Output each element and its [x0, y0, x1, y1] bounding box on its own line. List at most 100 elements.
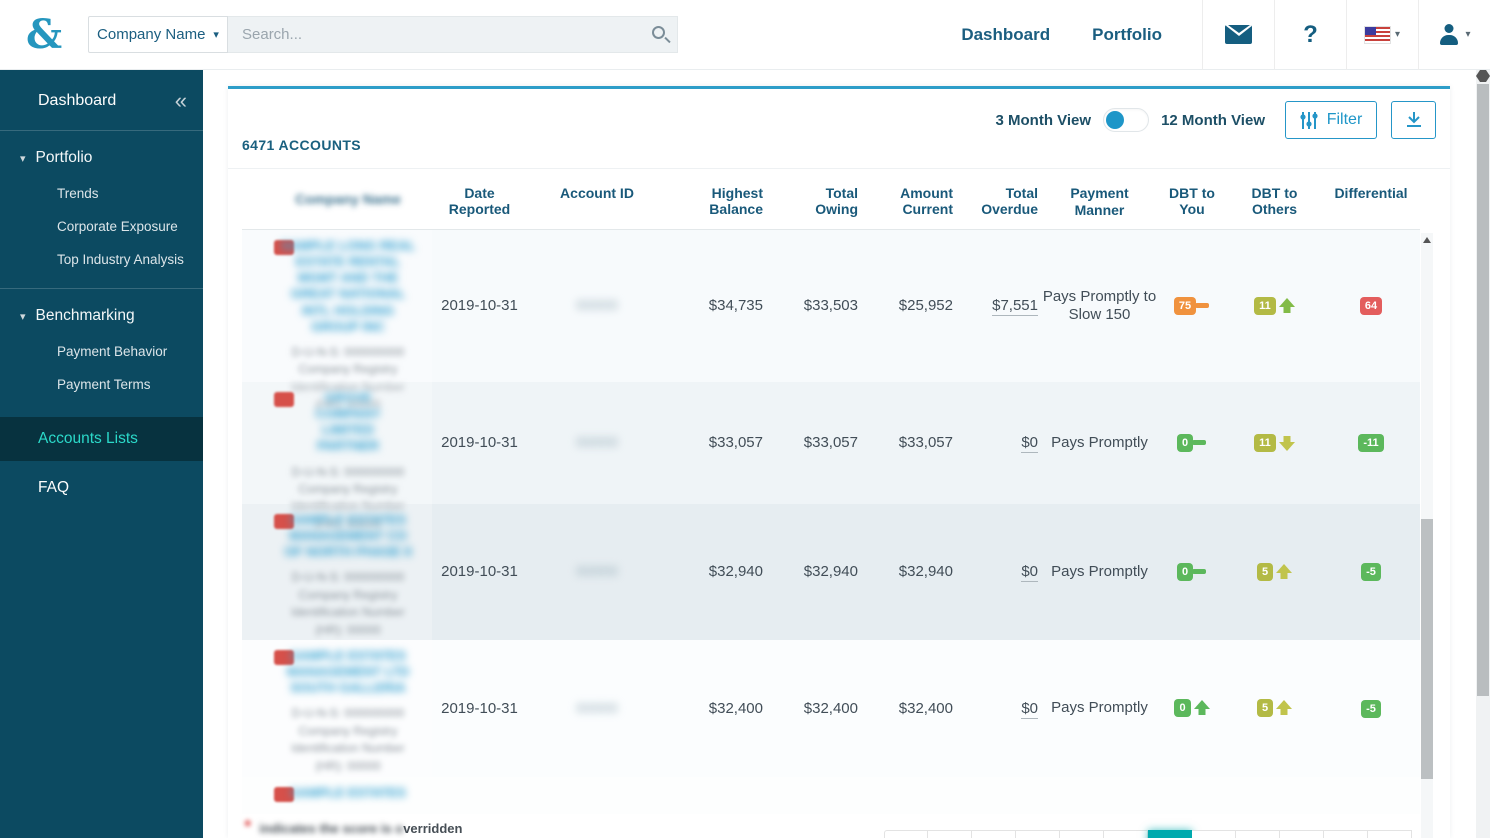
- chevron-down-icon: ▾: [20, 310, 26, 323]
- company-name-link[interactable]: SAMPLE LONG REAL ESTATE RENTAL MGMT AND …: [278, 238, 418, 336]
- brand-ampersand-logo[interactable]: &: [0, 0, 88, 70]
- dbt-to-others-trend-icon: [1279, 298, 1295, 314]
- download-icon: [1406, 112, 1421, 127]
- pagination-cell[interactable]: [972, 830, 1016, 838]
- total-overdue-link[interactable]: $7,551: [992, 297, 1038, 317]
- company-duns: D-U-N-S: 000000000: [291, 464, 405, 479]
- table-row[interactable]: SAMPLE ESTATES: [242, 776, 1420, 814]
- search-box: [228, 16, 678, 53]
- pagination-cell[interactable]: [1148, 830, 1192, 838]
- sidebar-item-top-industry-analysis[interactable]: Top Industry Analysis: [0, 243, 203, 276]
- total-owing-value: $32,940: [803, 563, 858, 581]
- table-row[interactable]: SAMPLE LONG REAL ESTATE RENTAL MGMT AND …: [242, 229, 1420, 411]
- col-header-highest-balance[interactable]: Highest Balance: [667, 183, 767, 217]
- total-overdue-link[interactable]: $0: [1021, 699, 1038, 719]
- messages-button[interactable]: [1202, 0, 1274, 70]
- account-id-value: 00000: [576, 699, 618, 717]
- company-name-link[interactable]: SAMPLE ESTATES MANAGEMENT CO OF NORTH PH…: [279, 512, 417, 561]
- table-row[interactable]: GROVE COMPANY LIMITED PARTNER D-U-N-S: 0…: [242, 381, 1420, 531]
- nav-link-dashboard[interactable]: Dashboard: [961, 25, 1050, 45]
- col-header-amount-current[interactable]: Amount Current: [862, 183, 957, 217]
- table-row[interactable]: SAMPLE ESTATES MANAGEMENT CO OF NORTH PH…: [242, 503, 1420, 640]
- pagination-cell[interactable]: [1324, 830, 1368, 838]
- asterisk-icon: *: [244, 817, 252, 838]
- pagination-cell[interactable]: [1368, 830, 1412, 838]
- company-name-link[interactable]: SAMPLE ESTATES MANAGEMENT LTD SOUTH GALL…: [279, 648, 417, 697]
- pagination-cell[interactable]: [884, 830, 928, 838]
- help-button[interactable]: ?: [1274, 0, 1346, 70]
- pagination-cell[interactable]: [1016, 830, 1060, 838]
- search-icon[interactable]: [652, 26, 665, 39]
- scroll-down-arrow-icon[interactable]: [1476, 76, 1490, 82]
- col-header-payment-manner[interactable]: Payment Manner: [1042, 183, 1157, 219]
- sidebar-item-dashboard[interactable]: Dashboard «: [0, 70, 203, 126]
- col-header-company-name[interactable]: Company Name: [242, 183, 432, 219]
- sidebar-item-accounts-lists[interactable]: Accounts Lists: [0, 417, 203, 461]
- scroll-up-arrow-icon[interactable]: [1423, 237, 1431, 243]
- date-reported-value: 2019-10-31: [441, 434, 518, 452]
- dbt-to-others-trend-icon: [1279, 435, 1295, 451]
- table-scrollbar[interactable]: [1421, 233, 1433, 838]
- table-header-row: Company Name Date Reported Account ID Hi…: [242, 183, 1420, 230]
- table-body: SAMPLE LONG REAL ESTATE RENTAL MGMT AND …: [242, 229, 1420, 814]
- pagination-cell[interactable]: [928, 830, 972, 838]
- pagination-cell[interactable]: [1280, 830, 1324, 838]
- company-name-link[interactable]: GROVE COMPANY LIMITED PARTNER: [297, 390, 399, 455]
- col-header-account-id[interactable]: Account ID: [527, 183, 667, 201]
- sidebar-item-payment-terms[interactable]: Payment Terms: [0, 368, 203, 401]
- payment-manner-value: Pays Promptly: [1051, 699, 1148, 717]
- page-scrollbar-thumb[interactable]: [1477, 84, 1489, 696]
- col-header-date-reported[interactable]: Date Reported: [432, 183, 527, 217]
- company-duns: D-U-N-S: 000000000: [291, 570, 405, 585]
- table-row[interactable]: SAMPLE ESTATES MANAGEMENT LTD SOUTH GALL…: [242, 639, 1420, 777]
- pagination-cell[interactable]: [1236, 830, 1280, 838]
- account-id-value: 00000: [576, 434, 618, 452]
- total-overdue-link[interactable]: $0: [1021, 563, 1038, 583]
- footnote-text-blurred: indicates the score is o: [259, 820, 404, 836]
- sidebar-item-portfolio[interactable]: ▾ Portfolio: [0, 131, 203, 177]
- sidebar-item-label: Dashboard: [38, 92, 117, 109]
- dbt-to-others-badge: 11: [1254, 296, 1276, 315]
- col-header-differential[interactable]: Differential: [1322, 183, 1420, 201]
- dbt-to-you-trend-icon: [1195, 298, 1210, 314]
- toggle-label-12-month[interactable]: 12 Month View: [1161, 112, 1265, 129]
- search-input[interactable]: [228, 26, 677, 43]
- toggle-label-3-month[interactable]: 3 Month View: [996, 112, 1092, 129]
- col-header-dbt-to-others[interactable]: DBT to Others: [1227, 183, 1322, 217]
- differential-badge: -5: [1361, 563, 1381, 582]
- amount-current-value: $32,940: [898, 563, 953, 581]
- pagination-cell[interactable]: [1192, 830, 1236, 838]
- col-header-dbt-to-you[interactable]: DBT to You: [1157, 183, 1227, 217]
- amount-current-value: $25,952: [898, 297, 953, 315]
- collapse-sidebar-icon[interactable]: «: [175, 90, 187, 112]
- filter-button-label: Filter: [1326, 111, 1363, 128]
- table-scrollbar-thumb[interactable]: [1421, 519, 1433, 779]
- footnote-text: verridden: [403, 820, 463, 836]
- total-owing-value: $32,400: [803, 699, 858, 717]
- user-menu-dropdown[interactable]: ▾: [1418, 0, 1490, 70]
- filter-button[interactable]: Filter: [1285, 101, 1377, 139]
- pagination-cell[interactable]: [1060, 830, 1104, 838]
- date-reported-value: 2019-10-31: [441, 297, 518, 315]
- sidebar-item-benchmarking[interactable]: ▾ Benchmarking: [0, 289, 203, 335]
- nav-link-portfolio[interactable]: Portfolio: [1092, 25, 1162, 45]
- col-header-total-overdue[interactable]: Total Overdue: [957, 183, 1042, 217]
- dbt-to-you-badge: 0: [1176, 562, 1194, 581]
- chevron-down-icon: ▾: [1394, 29, 1401, 40]
- sidebar-item-corporate-exposure[interactable]: Corporate Exposure: [0, 210, 203, 243]
- col-header-total-owing[interactable]: Total Owing: [767, 183, 862, 217]
- search-category-dropdown[interactable]: Company Name ▾: [88, 16, 228, 53]
- sidebar-item-payment-behavior[interactable]: Payment Behavior: [0, 335, 203, 368]
- pagination-cell[interactable]: [1104, 830, 1148, 838]
- dbt-to-others-trend-icon: [1276, 564, 1292, 580]
- company-name-link[interactable]: SAMPLE ESTATES: [287, 785, 409, 801]
- language-dropdown[interactable]: ▾: [1346, 0, 1418, 70]
- view-period-toggle[interactable]: [1103, 108, 1150, 132]
- download-button[interactable]: [1391, 101, 1436, 139]
- total-overdue-link[interactable]: $0: [1021, 434, 1038, 454]
- page-scrollbar[interactable]: [1476, 70, 1490, 838]
- sidebar-item-faq[interactable]: FAQ: [0, 461, 203, 497]
- sidebar-item-trends[interactable]: Trends: [0, 177, 203, 210]
- pagination: [884, 830, 1412, 838]
- dbt-to-others-badge: 5: [1256, 562, 1274, 581]
